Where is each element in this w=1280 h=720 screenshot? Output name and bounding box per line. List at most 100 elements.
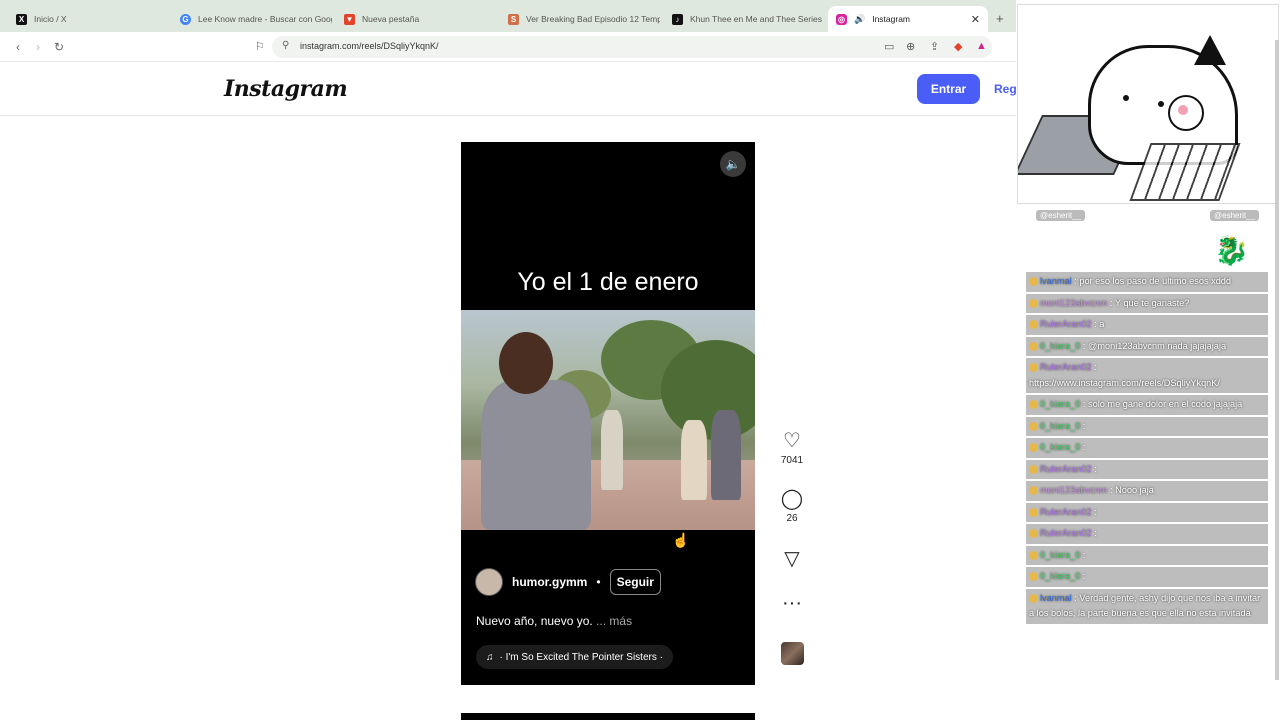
badge-icon	[1029, 529, 1038, 539]
social-handle-right: @esherit__	[1210, 210, 1260, 221]
reel-video[interactable]	[461, 310, 755, 530]
site-info-icon[interactable]: ⚲	[282, 40, 289, 51]
comment-icon[interactable]: ◯	[776, 486, 808, 511]
send-icon[interactable]: ▽	[776, 546, 808, 571]
chat-username: 0_kiara_0	[1040, 549, 1081, 560]
username[interactable]: humor.gymm	[512, 575, 587, 589]
chat-message: moni123abvcnm : Nooo jaja	[1026, 481, 1268, 501]
login-button[interactable]: Entrar	[917, 74, 980, 104]
tab-breaking-bad[interactable]: S Ver Breaking Bad Episodio 12 Tempo	[500, 6, 660, 32]
close-icon[interactable]: ✕	[971, 13, 980, 26]
avatar[interactable]	[475, 568, 503, 596]
paw-pad-graphic	[1178, 105, 1188, 115]
volume-icon[interactable]: 🔈	[720, 151, 746, 177]
dragon-icon: 🐉	[1214, 235, 1249, 266]
back-icon[interactable]: ‹	[16, 40, 20, 54]
tab-instagram[interactable]: ◎ 🔊 Instagram ✕	[828, 6, 988, 32]
reload-icon[interactable]: ↻	[54, 40, 64, 54]
badge-icon	[1029, 572, 1038, 582]
chat-text: :	[1094, 463, 1097, 474]
more-options-icon[interactable]: ···	[776, 592, 808, 615]
bookmark-icon[interactable]: ⚐	[255, 40, 265, 53]
google-icon: G	[180, 13, 191, 25]
tab-new[interactable]: ▼ Nueva pestaña	[336, 6, 496, 32]
reel-player[interactable]: 🔈 Yo el 1 de enero humor.gymm • Seguir N…	[461, 142, 755, 685]
chat-username: RulerAran02	[1040, 362, 1092, 372]
chat-text: :	[1082, 571, 1086, 581]
instagram-logo[interactable]: Instagram	[224, 76, 348, 102]
comment-count: 26	[786, 513, 798, 524]
audio-thumbnail[interactable]	[781, 642, 804, 665]
brave-shields-icon[interactable]: ◆	[954, 40, 962, 53]
chat-username: 0_kiara_0	[1040, 442, 1081, 452]
tab-title: Instagram	[872, 14, 911, 24]
reel-author: humor.gymm • Seguir	[475, 568, 661, 596]
rewards-icon[interactable]: ▲	[976, 40, 987, 52]
chat-username: 0_kiara_0	[1040, 420, 1081, 431]
music-icon: ♫	[486, 651, 494, 663]
tab-x[interactable]: X Inicio / X	[8, 6, 168, 32]
chat-username: RulerAran02	[1040, 463, 1092, 474]
chat-username: lvanmal	[1040, 592, 1072, 603]
scrollbar[interactable]	[1275, 40, 1279, 680]
chat-username: moni123abvcnm	[1040, 485, 1108, 495]
zoom-icon[interactable]: ⊕	[906, 40, 915, 53]
tab-title: Ver Breaking Bad Episodio 12 Tempo	[526, 14, 660, 24]
chat-message: RulerAran02 : https://www.instagram.com/…	[1026, 358, 1268, 393]
forward-icon[interactable]: ›	[36, 40, 40, 54]
chat-message: lvanmal : por eso los paso de ultimo eso…	[1026, 272, 1268, 292]
audio-title: · I'm So Excited The Pointer Sisters ·	[499, 651, 663, 663]
chat-message: 0_kiara_0 :	[1026, 567, 1268, 587]
more-link[interactable]: ... más	[596, 614, 632, 628]
badge-icon	[1029, 507, 1038, 517]
register-link[interactable]: Reg	[994, 82, 1017, 96]
badge-icon	[1029, 341, 1038, 351]
tab-title: Inicio / X	[34, 14, 67, 24]
chat-username: 0_kiara_0	[1040, 399, 1081, 409]
follow-button[interactable]: Seguir	[609, 569, 661, 595]
heart-icon[interactable]: ♡	[776, 428, 808, 453]
badge-icon	[1029, 298, 1038, 308]
chat-text: :	[1082, 549, 1086, 560]
tab-google[interactable]: G Lee Know madre - Buscar con Googl	[172, 6, 332, 32]
stream-chat: lvanmal : por eso los paso de ultimo eso…	[1026, 272, 1268, 626]
more-action[interactable]: ···	[776, 592, 808, 615]
comment-action[interactable]: ◯ 26	[776, 486, 808, 524]
chat-message: RulerAran02 : a	[1026, 315, 1268, 335]
reel-overlay-text: Yo el 1 de enero	[517, 268, 699, 296]
chat-message: 0_kiara_0 : @moni123abvcnm nada jajajaja…	[1026, 336, 1268, 356]
cast-icon[interactable]: ▭	[884, 40, 894, 53]
chat-text: : por eso los paso de ultimo esos xddd	[1074, 276, 1232, 286]
badge-icon	[1029, 550, 1038, 560]
ig-header: Instagram Entrar Reg	[0, 62, 1017, 116]
tiktok-icon: ♪	[672, 13, 683, 25]
badge-icon	[1029, 464, 1038, 474]
chat-username: RulerAran02	[1040, 528, 1092, 538]
like-count: 7041	[780, 455, 804, 466]
tab-title: Lee Know madre - Buscar con Googl	[198, 14, 332, 24]
cat-eye-graphic	[1158, 101, 1164, 107]
new-tab-button[interactable]: +	[996, 11, 1004, 26]
tab-title: Khun Thee en Me and Thee Series EP	[690, 14, 824, 24]
chat-text: :	[1082, 420, 1086, 431]
cat-ear-graphic	[1194, 35, 1226, 65]
cursor-icon: ☝	[672, 532, 690, 548]
chat-message: RulerAran02 :	[1026, 524, 1268, 544]
chat-username: 0_kiara_0	[1040, 340, 1081, 351]
badge-icon	[1029, 363, 1038, 373]
like-action[interactable]: ♡ 7041	[776, 428, 808, 466]
chat-username: RulerAran02	[1040, 319, 1092, 329]
tab-title: Nueva pestaña	[362, 14, 420, 24]
toolbar: ‹ › ↻ ⚐ ⚲ instagram.com/reels/DSqliyYkqn…	[0, 32, 1016, 62]
chat-message: lvanmal : Verdad gente, ashy dijo que no…	[1026, 588, 1268, 624]
tab-tiktok[interactable]: ♪ Khun Thee en Me and Thee Series EP	[664, 6, 824, 32]
chat-message: 0_kiara_0 :	[1026, 416, 1268, 436]
share-action[interactable]: ▽	[776, 546, 808, 571]
audio-pill[interactable]: ♫ · I'm So Excited The Pointer Sisters ·	[476, 645, 673, 669]
chat-username: moni123abvcnm	[1040, 297, 1108, 308]
badge-icon	[1029, 443, 1038, 453]
next-reel[interactable]	[461, 713, 755, 720]
chat-text: :	[1094, 528, 1097, 538]
share-icon[interactable]: ⇪	[930, 40, 939, 53]
bongo-cat-cam	[1017, 4, 1279, 204]
